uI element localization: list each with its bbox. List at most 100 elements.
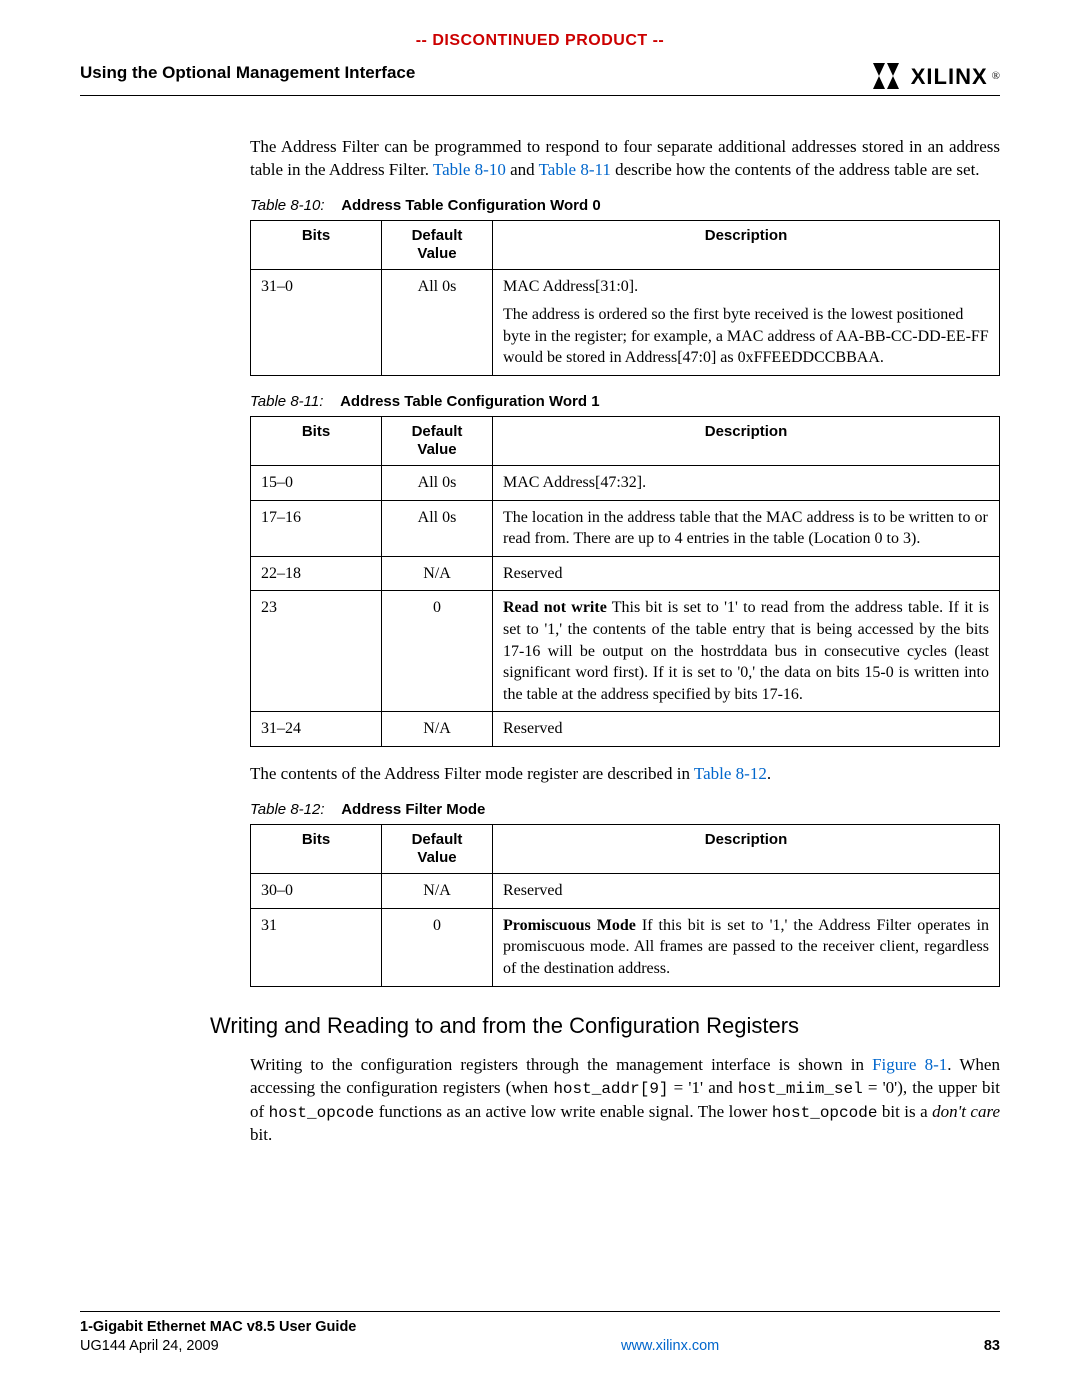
- code: host_addr[9]: [553, 1080, 668, 1098]
- table-8-10-caption: Table 8-10: Address Table Configuration …: [250, 196, 1000, 216]
- col-bits-header: Bits: [251, 221, 382, 270]
- table-row: 17–16 All 0s The location in the address…: [251, 500, 1000, 556]
- cell-bits: 30–0: [251, 874, 382, 909]
- cell-desc: Promiscuous Mode If this bit is set to '…: [493, 908, 1000, 986]
- footer-left: 1-Gigabit Ethernet MAC v8.5 User Guide U…: [80, 1318, 356, 1357]
- lead-term: Read not write: [503, 599, 607, 616]
- text: bit.: [250, 1125, 272, 1144]
- cell-bits: 31: [251, 908, 382, 986]
- table-8-11-caption: Table 8-11: Address Table Configuration …: [250, 392, 1000, 412]
- xref-table-8-11[interactable]: Table 8-11: [539, 160, 611, 179]
- table-row: 23 0 Read not write This bit is set to '…: [251, 591, 1000, 712]
- discontinued-banner: -- DISCONTINUED PRODUCT --: [80, 30, 1000, 52]
- xref-figure-8-1[interactable]: Figure 8-1: [872, 1055, 947, 1074]
- xref-table-8-12[interactable]: Table 8-12: [694, 764, 767, 783]
- lead-term: Promiscuous Mode: [503, 917, 636, 934]
- subsection: Writing and Reading to and from the Conf…: [210, 1011, 1000, 1041]
- table-8-10: Bits Default Value Description 31–0 All …: [250, 220, 1000, 375]
- cell-default: N/A: [382, 874, 493, 909]
- table-row: 22–18 N/A Reserved: [251, 556, 1000, 591]
- table-header-row: Bits Default Value Description: [251, 825, 1000, 874]
- caption-number: Table 8-12:: [250, 801, 325, 818]
- cell-bits: 15–0: [251, 466, 382, 501]
- subsection-heading: Writing and Reading to and from the Conf…: [210, 1011, 1000, 1041]
- table-row: 31–24 N/A Reserved: [251, 712, 1000, 747]
- caption-title: Address Filter Mode: [341, 801, 485, 818]
- table-row: 31–0 All 0s MAC Address[31:0]. The addre…: [251, 270, 1000, 375]
- cell-default: All 0s: [382, 466, 493, 501]
- table-header-row: Bits Default Value Description: [251, 221, 1000, 270]
- registered-icon: ®: [992, 69, 1000, 84]
- caption-number: Table 8-10:: [250, 197, 325, 214]
- caption-title: Address Table Configuration Word 0: [341, 197, 600, 214]
- col-default-header: Default Value: [382, 221, 493, 270]
- italic-term: don't care: [932, 1102, 1000, 1121]
- section-title: Using the Optional Management Interface: [80, 62, 415, 85]
- text: describe how the contents of the address…: [611, 160, 980, 179]
- col-desc-header: Description: [493, 825, 1000, 874]
- col-desc-header: Description: [493, 221, 1000, 270]
- cell-bits: 22–18: [251, 556, 382, 591]
- text: bit is a: [877, 1102, 932, 1121]
- cell-default: N/A: [382, 712, 493, 747]
- cell-desc: Reserved: [493, 712, 1000, 747]
- text: = '1' and: [669, 1078, 738, 1097]
- cell-desc: MAC Address[47:32].: [493, 466, 1000, 501]
- write-read-paragraph: Writing to the configuration registers t…: [250, 1054, 1000, 1147]
- text: functions as an active low write enable …: [374, 1102, 772, 1121]
- cell-desc: The location in the address table that t…: [493, 500, 1000, 556]
- cell-default: 0: [382, 591, 493, 712]
- col-default-header: Default Value: [382, 417, 493, 466]
- cell-default: All 0s: [382, 500, 493, 556]
- xilinx-logo: XILINX ®: [873, 62, 1000, 92]
- doc-id-date: UG144 April 24, 2009: [80, 1338, 219, 1354]
- cell-desc: Reserved: [493, 874, 1000, 909]
- table-8-11: Bits Default Value Description 15–0 All …: [250, 416, 1000, 747]
- cell-bits: 31–0: [251, 270, 382, 375]
- text: Writing to the configuration registers t…: [250, 1055, 872, 1074]
- cell-desc: Reserved: [493, 556, 1000, 591]
- col-desc-header: Description: [493, 417, 1000, 466]
- page-number: 83: [984, 1337, 1000, 1357]
- text: MAC Address[31:0].: [503, 276, 989, 298]
- text: .: [767, 764, 771, 783]
- subsection-body: Writing to the configuration registers t…: [250, 1054, 1000, 1147]
- cell-bits: 23: [251, 591, 382, 712]
- footer-center: www.xilinx.com: [356, 1337, 983, 1357]
- xilinx-mark-icon: [873, 63, 907, 89]
- cell-desc: MAC Address[31:0]. The address is ordere…: [493, 270, 1000, 375]
- footer-link[interactable]: www.xilinx.com: [621, 1338, 719, 1354]
- cell-default: 0: [382, 908, 493, 986]
- code: host_opcode: [772, 1104, 878, 1122]
- caption-number: Table 8-11:: [250, 393, 323, 410]
- intro-paragraph: The Address Filter can be programmed to …: [250, 136, 1000, 182]
- cell-desc: Read not write This bit is set to '1' to…: [493, 591, 1000, 712]
- table-8-12: Bits Default Value Description 30–0 N/A …: [250, 824, 1000, 986]
- xilinx-logo-text: XILINX: [911, 62, 988, 92]
- code: host_opcode: [269, 1104, 375, 1122]
- mid-paragraph: The contents of the Address Filter mode …: [250, 763, 1000, 786]
- cell-default: All 0s: [382, 270, 493, 375]
- cell-bits: 31–24: [251, 712, 382, 747]
- doc-title: 1-Gigabit Ethernet MAC v8.5 User Guide: [80, 1319, 356, 1335]
- table-row: 15–0 All 0s MAC Address[47:32].: [251, 466, 1000, 501]
- cell-default: N/A: [382, 556, 493, 591]
- main-content: The Address Filter can be programmed to …: [250, 136, 1000, 986]
- caption-title: Address Table Configuration Word 1: [340, 393, 599, 410]
- code: host_miim_sel: [738, 1080, 863, 1098]
- text: The contents of the Address Filter mode …: [250, 764, 694, 783]
- xref-table-8-10[interactable]: Table 8-10: [433, 160, 506, 179]
- col-default-header: Default Value: [382, 825, 493, 874]
- text: and: [506, 160, 539, 179]
- col-bits-header: Bits: [251, 417, 382, 466]
- cell-bits: 17–16: [251, 500, 382, 556]
- table-8-12-caption: Table 8-12: Address Filter Mode: [250, 800, 1000, 820]
- table-row: 31 0 Promiscuous Mode If this bit is set…: [251, 908, 1000, 986]
- col-bits-header: Bits: [251, 825, 382, 874]
- page-header: Using the Optional Management Interface …: [80, 62, 1000, 97]
- text: The address is ordered so the first byte…: [503, 304, 989, 369]
- page: -- DISCONTINUED PRODUCT -- Using the Opt…: [0, 0, 1080, 1397]
- page-footer: 1-Gigabit Ethernet MAC v8.5 User Guide U…: [80, 1311, 1000, 1357]
- table-row: 30–0 N/A Reserved: [251, 874, 1000, 909]
- table-header-row: Bits Default Value Description: [251, 417, 1000, 466]
